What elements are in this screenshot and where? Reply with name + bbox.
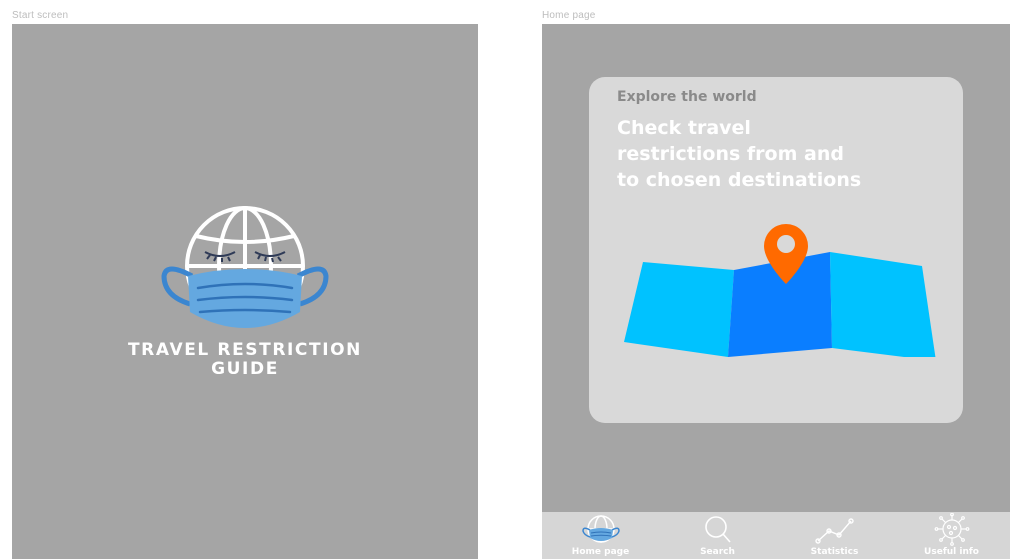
nav-useful-info[interactable]: Useful info (893, 512, 1010, 559)
nav-statistics-label: Statistics (810, 547, 859, 557)
start-screen: TRAVEL RESTRICTION GUIDE (12, 24, 478, 559)
folded-map-with-pin-icon (624, 222, 936, 361)
app-title-line-2: GUIDE (211, 359, 279, 379)
home-screen: Explore the world Check travel restricti… (542, 24, 1010, 559)
headline-line-3: to chosen destinations (617, 169, 862, 191)
nav-useful-info-label: Useful info (924, 547, 979, 557)
headline-line-2: restrictions from and (617, 143, 844, 165)
globe-mask-icon (579, 513, 623, 547)
search-icon (696, 513, 740, 547)
start-screen-frame-label: Start screen (12, 10, 69, 21)
app-title: TRAVEL RESTRICTION GUIDE (12, 341, 478, 379)
explore-card[interactable]: Explore the world Check travel restricti… (589, 77, 963, 423)
app-title-line-1: TRAVEL RESTRICTION (127, 340, 363, 360)
nav-statistics[interactable]: Statistics (776, 512, 893, 559)
explore-eyebrow: Explore the world (617, 89, 757, 105)
nav-home-page[interactable]: Home page (542, 512, 659, 559)
explore-headline: Check travel restrictions from and to ch… (617, 115, 957, 193)
home-page-frame-label: Home page (542, 10, 596, 21)
nav-home-page-label: Home page (571, 547, 630, 557)
globe-with-face-mask-icon (130, 204, 360, 334)
nav-search[interactable]: Search (659, 512, 776, 559)
statistics-icon (813, 513, 857, 547)
virus-icon (930, 513, 974, 547)
bottom-navigation: Home page Search Statistics Useful info (542, 512, 1010, 559)
nav-search-label: Search (700, 547, 735, 557)
headline-line-1: Check travel (617, 117, 751, 139)
